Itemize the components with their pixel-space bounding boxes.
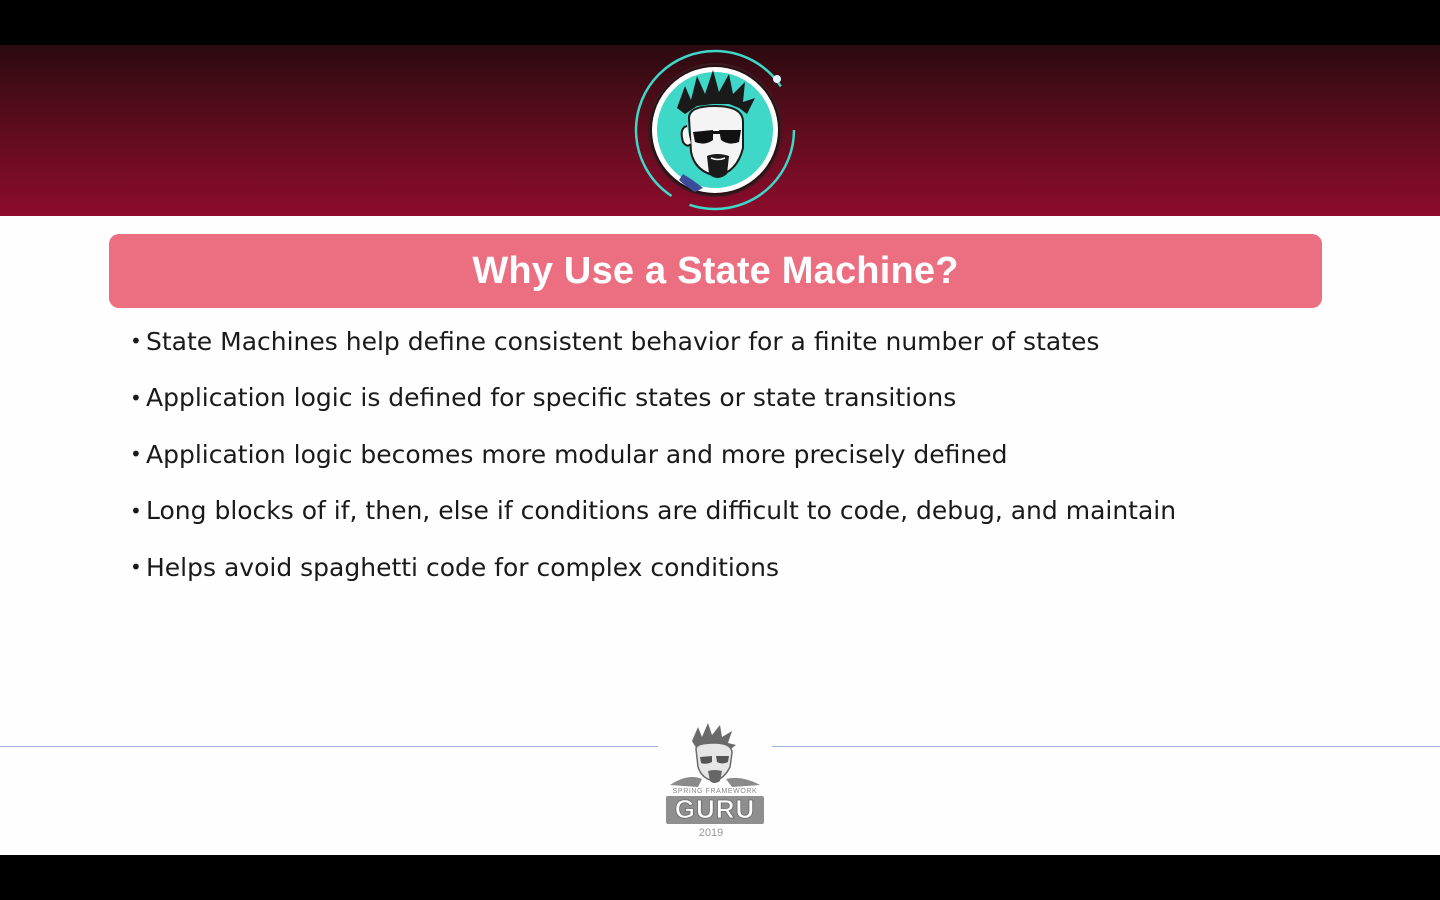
bullet-item: • Helps avoid spaghetti code for complex… [130, 539, 1280, 596]
bullet-text: Helps avoid spaghetti code for complex c… [146, 552, 780, 582]
bullet-item: • Application logic is defined for speci… [130, 370, 1280, 427]
bullet-text: Application logic becomes more modular a… [146, 439, 1008, 469]
video-letterbox-top [0, 0, 1440, 45]
video-letterbox-bottom [0, 855, 1440, 900]
spring-framework-guru-logo: SPRING FRAMEWORK GURU [662, 721, 768, 843]
bullet-marker: • [130, 329, 142, 354]
bullet-text: State Machines help define consistent be… [146, 326, 1100, 356]
logo-word: GURU [675, 794, 756, 824]
bullet-item: • State Machines help define consistent … [130, 313, 1280, 370]
bullet-item: • Application logic becomes more modular… [130, 426, 1280, 483]
bullet-text: Long blocks of if, then, else if conditi… [146, 496, 1177, 526]
bullet-item: • Long blocks of if, then, else if condi… [130, 483, 1280, 540]
bullet-marker: • [130, 498, 142, 523]
slide-title: Why Use a State Machine? [472, 249, 959, 292]
header-band [0, 45, 1440, 216]
footer-divider-left [0, 746, 658, 747]
bullet-list: • State Machines help define consistent … [130, 313, 1280, 596]
slide-title-bar: Why Use a State Machine? [109, 234, 1322, 308]
guru-avatar-icon [633, 48, 797, 212]
footer-divider-right [772, 746, 1440, 747]
bullet-marker: • [130, 385, 142, 410]
presentation-slide: Why Use a State Machine? • State Machine… [0, 45, 1440, 855]
bullet-marker: • [130, 442, 142, 467]
bullet-text: Application logic is defined for specifi… [146, 383, 957, 413]
bullet-marker: • [130, 555, 142, 580]
footer-year: 2019 [698, 827, 724, 839]
